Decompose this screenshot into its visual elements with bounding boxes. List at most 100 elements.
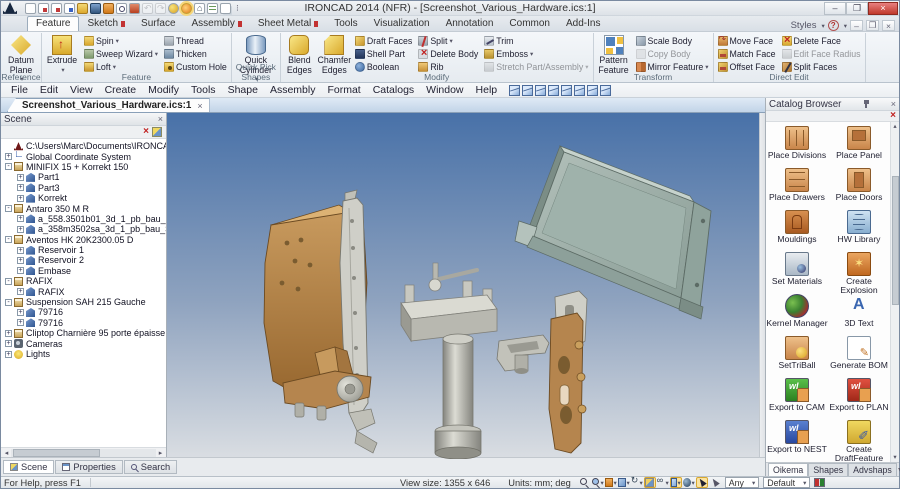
menu-item[interactable]: Shape: [222, 84, 264, 96]
ribbon-small-button[interactable]: Emboss: [482, 47, 590, 60]
catalog-item[interactable]: Set Materials: [766, 252, 828, 294]
scene-tree-item[interactable]: + Reservoir 2: [3, 255, 166, 265]
scene-tree-item[interactable]: C:\Users\Marc\Documents\IRONCAD 2014\Fly…: [3, 141, 166, 151]
expander-icon[interactable]: +: [17, 247, 24, 254]
ribbon-big-button[interactable]: Extrude: [44, 34, 80, 74]
ribbon-small-button[interactable]: Match Face: [716, 47, 778, 60]
menu-item[interactable]: Window: [420, 84, 469, 96]
scrollbar-thumb[interactable]: [892, 176, 899, 305]
viewport-3d-view[interactable]: [167, 113, 759, 457]
expander-icon[interactable]: +: [17, 226, 24, 233]
window-control-button[interactable]: ❐: [846, 2, 868, 15]
catalog-item[interactable]: Create DraftFeature: [828, 420, 890, 462]
menu-item[interactable]: Format: [321, 84, 366, 96]
expander-icon[interactable]: -: [5, 278, 12, 285]
status-tool-button[interactable]: [670, 477, 682, 488]
part-suspension-fitting[interactable]: [401, 263, 497, 459]
ribbon-tab[interactable]: Sheet Metal: [250, 17, 326, 31]
quick-access-icon[interactable]: [168, 3, 179, 14]
scene-tree-item[interactable]: - Aventos HK 20K2300.05 D: [3, 235, 166, 245]
document-tab[interactable]: Screenshot_Various_Hardware.ics:1 ×: [7, 98, 210, 112]
menu-item[interactable]: File: [5, 84, 34, 96]
catalog-tab[interactable]: Oikema eng: [768, 463, 808, 476]
mdi-window-button[interactable]: ❐: [866, 20, 879, 31]
expander-icon[interactable]: +: [17, 174, 24, 181]
scene-tree-item[interactable]: + Lights: [3, 349, 166, 359]
ribbon-tab[interactable]: Annotation: [438, 17, 502, 31]
ribbon-small-button[interactable]: Spin: [82, 34, 160, 47]
catalog-tab[interactable]: Shapes: [808, 463, 848, 476]
render-style-dropdown[interactable]: Default: [763, 477, 810, 488]
quick-access-icon[interactable]: [90, 3, 101, 14]
status-tool-button[interactable]: [618, 477, 630, 488]
scene-tree-item[interactable]: - RAFIX: [3, 276, 166, 286]
ribbon-small-button[interactable]: Shell Part: [353, 47, 414, 60]
quick-access-icon[interactable]: [64, 3, 75, 14]
camera-view-icon[interactable]: [535, 85, 546, 96]
close-icon[interactable]: ×: [158, 114, 163, 124]
part-suspension-plate[interactable]: [549, 291, 587, 453]
status-tool-button[interactable]: [683, 477, 695, 488]
mdi-window-button[interactable]: ×: [882, 20, 895, 31]
ribbon-tab[interactable]: Feature: [27, 16, 79, 31]
scene-tree-item[interactable]: - MINIFIX 15 + Korrekt 150: [3, 162, 166, 172]
ribbon-small-button[interactable]: Draft Faces: [353, 34, 414, 47]
status-tool-button[interactable]: [631, 477, 643, 488]
quick-access-icon[interactable]: [77, 3, 88, 14]
scene-panel-tab[interactable]: Scene: [3, 460, 54, 474]
quick-access-overflow-icon[interactable]: ⁝: [236, 3, 239, 14]
status-tool-button[interactable]: [605, 477, 617, 488]
ribbon-small-button[interactable]: Delete Body: [416, 47, 480, 60]
expander-icon[interactable]: -: [5, 163, 12, 170]
scroll-down-icon[interactable]: ▾: [893, 453, 896, 462]
ribbon-tab[interactable]: Sketch: [79, 17, 133, 31]
ribbon-small-button[interactable]: Split: [416, 34, 480, 47]
scene-tree-item[interactable]: + RAFIX: [3, 286, 166, 296]
scene-panel-tab[interactable]: Search: [124, 460, 177, 474]
scene-tree-item[interactable]: + a_358m3502sa_3d_1_pb_bau_Ssall_Sacad_S: [3, 224, 166, 234]
ribbon-small-button[interactable]: Scale Body: [634, 34, 711, 47]
status-tool-button[interactable]: [579, 477, 591, 488]
expander-icon[interactable]: -: [5, 299, 12, 306]
catalog-item[interactable]: Export to CAM: [766, 378, 828, 420]
expander-icon[interactable]: +: [5, 153, 12, 160]
status-tool-button[interactable]: [696, 477, 708, 488]
status-tool-button[interactable]: [592, 477, 604, 488]
part-metal-bracket[interactable]: [340, 190, 377, 453]
ribbon-small-button[interactable]: Thread: [162, 34, 229, 47]
catalog-item[interactable]: Mouldings: [766, 210, 828, 252]
expander-icon[interactable]: +: [17, 267, 24, 274]
menu-item[interactable]: Tools: [185, 84, 222, 96]
expander-icon[interactable]: +: [17, 288, 24, 295]
ribbon-tab[interactable]: Assembly: [184, 17, 250, 31]
quick-access-icon[interactable]: [51, 3, 62, 14]
scene-tree-item[interactable]: + 79716: [3, 307, 166, 317]
status-tool-button[interactable]: [644, 477, 656, 488]
quick-access-icon[interactable]: [220, 3, 231, 14]
ribbon-small-button[interactable]: Copy Body: [634, 47, 711, 60]
catalog-tab[interactable]: Advshaps: [848, 463, 897, 476]
close-icon[interactable]: ×: [891, 99, 896, 109]
scene-tree-item[interactable]: + Part3: [3, 183, 166, 193]
menu-item[interactable]: Assembly: [264, 84, 322, 96]
quick-access-icon[interactable]: [155, 3, 166, 14]
styles-dropdown[interactable]: Styles: [791, 20, 817, 31]
catalog-scrollbar[interactable]: ▴ ▾: [890, 122, 899, 462]
quick-access-icon[interactable]: [25, 3, 36, 14]
window-control-button[interactable]: ×: [868, 2, 898, 15]
menu-item[interactable]: Modify: [142, 84, 185, 96]
camera-view-icon[interactable]: [561, 85, 572, 96]
camera-view-icon[interactable]: [600, 85, 611, 96]
ribbon-tab[interactable]: Visualization: [366, 17, 438, 31]
camera-view-icon[interactable]: [509, 85, 520, 96]
catalog-item[interactable]: Place Doors: [828, 168, 890, 210]
quick-access-icon[interactable]: [103, 3, 114, 14]
catalog-item[interactable]: Kernel Manager: [766, 294, 828, 336]
quick-access-icon[interactable]: [207, 3, 218, 14]
scene-tree-item[interactable]: + Korrekt: [3, 193, 166, 203]
catalog-item[interactable]: Place Divisions: [766, 126, 828, 168]
ribbon-big-button[interactable]: Blend Edges: [283, 34, 316, 75]
catalog-item[interactable]: 3D Text: [828, 294, 890, 336]
ribbon-small-button[interactable]: Thicken: [162, 47, 229, 60]
scene-horizontal-scrollbar[interactable]: ◂ ▸: [1, 447, 166, 457]
